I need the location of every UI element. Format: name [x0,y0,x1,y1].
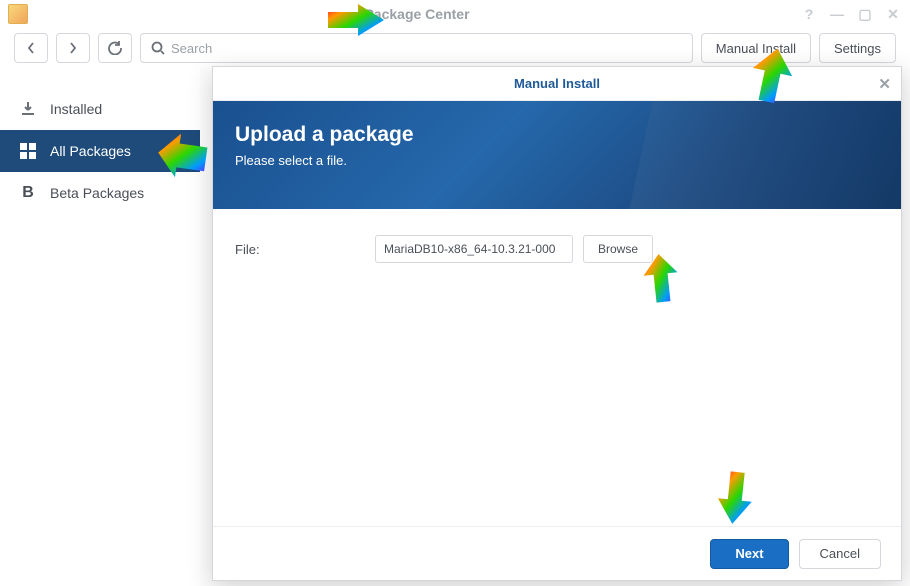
refresh-icon [108,41,122,55]
window-controls: ? — ▢ ✕ [800,5,902,23]
toolbar: Manual Install Settings [0,28,910,68]
sidebar-item-label: All Packages [50,143,131,159]
file-input[interactable]: MariaDB10-x86_64-10.3.21-000 [375,235,573,263]
sidebar-item-label: Installed [50,101,102,117]
next-button[interactable]: Next [710,539,788,569]
sidebar-item-beta-packages[interactable]: B Beta Packages [0,172,200,214]
modal-hero-title: Upload a package [235,123,879,147]
download-icon [18,99,38,119]
manual-install-modal: Manual Install ✕ Upload a package Please… [212,66,902,581]
search-box[interactable] [140,33,693,63]
search-icon [151,41,165,55]
grid-icon [18,141,38,161]
forward-button[interactable] [56,33,90,63]
browse-button[interactable]: Browse [583,235,653,263]
maximize-icon[interactable]: ▢ [856,5,874,23]
modal-footer: Next Cancel [213,526,901,580]
minimize-icon[interactable]: — [828,5,846,23]
app-icon [8,4,28,24]
chevron-right-icon [68,41,78,55]
file-row: File: MariaDB10-x86_64-10.3.21-000 Brows… [235,235,879,263]
back-button[interactable] [14,33,48,63]
modal-body: File: MariaDB10-x86_64-10.3.21-000 Brows… [213,209,901,526]
modal-titlebar: Manual Install ✕ [213,67,901,101]
sidebar-item-all-packages[interactable]: All Packages [0,130,200,172]
close-icon[interactable]: ✕ [884,5,902,23]
sidebar-item-installed[interactable]: Installed [0,88,200,130]
help-icon[interactable]: ? [800,5,818,23]
refresh-button[interactable] [98,33,132,63]
modal-title: Manual Install [514,76,600,91]
window-title: Package Center [34,6,800,22]
cancel-button[interactable]: Cancel [799,539,881,569]
chevron-left-icon [26,41,36,55]
modal-hero: Upload a package Please select a file. [213,101,901,209]
titlebar: Package Center ? — ▢ ✕ [0,0,910,28]
sidebar: Installed All Packages B Beta Packages [0,68,200,586]
manual-install-button[interactable]: Manual Install [701,33,811,63]
beta-icon: B [18,183,38,203]
sidebar-item-label: Beta Packages [50,185,144,201]
search-input[interactable] [171,41,682,56]
file-label: File: [235,242,365,257]
modal-close-icon[interactable]: ✕ [878,75,891,93]
modal-hero-subtitle: Please select a file. [235,153,879,168]
settings-button[interactable]: Settings [819,33,896,63]
